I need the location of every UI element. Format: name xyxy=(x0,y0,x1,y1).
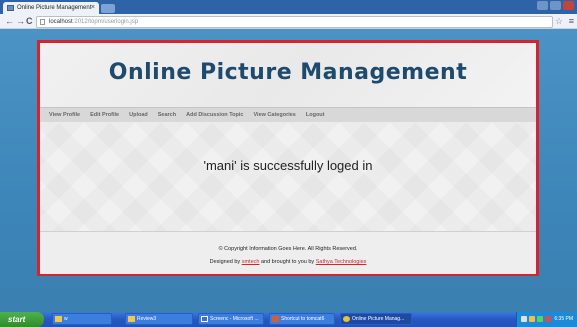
taskbar-item-browser[interactable]: Online Picture Manag... xyxy=(340,313,412,325)
site-footer: © Copyright Information Goes Here. All R… xyxy=(40,231,536,274)
site-title: Online Picture Management xyxy=(108,60,468,85)
tab-title: Online Picture Management xyxy=(17,5,92,11)
chrome-icon xyxy=(343,316,350,322)
taskbar-item-folder-w[interactable]: w xyxy=(52,313,112,325)
site-header: Online Picture Management xyxy=(40,43,536,107)
tab-strip: Online Picture Management × xyxy=(0,0,577,14)
system-tray: 6:35 PM xyxy=(516,312,577,327)
menu-logout[interactable]: Logout xyxy=(306,112,325,118)
menu-view-categories[interactable]: View Categories xyxy=(253,112,295,118)
browser-tab[interactable]: Online Picture Management × xyxy=(3,2,99,14)
taskbar-item-label: Screenc - Microsoft ... xyxy=(210,316,259,322)
back-button-icon[interactable]: ← xyxy=(5,15,14,27)
page-icon xyxy=(40,19,45,25)
taskbar-item-label: Review3 xyxy=(137,316,157,322)
clock[interactable]: 6:35 PM xyxy=(554,312,573,327)
reload-button-icon[interactable]: C xyxy=(26,15,33,27)
close-tab-icon[interactable]: × xyxy=(91,2,95,14)
start-button[interactable]: start xyxy=(0,312,44,327)
url-text: localhost:2012/topm/userlogin.jsp xyxy=(49,17,138,27)
network-icon[interactable] xyxy=(521,316,527,322)
browser-toolbar: ← → C localhost:2012/topm/userlogin.jsp … xyxy=(0,14,577,29)
menu-wrench-icon[interactable]: ≡ xyxy=(569,15,574,27)
tray-icons xyxy=(521,316,551,322)
designer-link[interactable]: smtech xyxy=(242,259,260,265)
word-icon xyxy=(201,316,208,322)
bookmark-star-icon[interactable]: ☆ xyxy=(555,15,563,27)
menu-search[interactable]: Search xyxy=(158,112,176,118)
company-link[interactable]: Sathya Technologies xyxy=(316,259,367,265)
taskbar-item-word[interactable]: Screenc - Microsoft ... xyxy=(198,313,264,325)
menu-add-discussion-topic[interactable]: Add Discussion Topic xyxy=(186,112,243,118)
favicon-icon xyxy=(7,5,14,11)
new-tab-button[interactable] xyxy=(101,4,115,13)
url-path: :2012/topm/userlogin.jsp xyxy=(72,19,139,25)
login-success-message: 'mani' is successfully loged in xyxy=(203,158,373,173)
menu-edit-profile[interactable]: Edit Profile xyxy=(90,112,119,118)
window-controls xyxy=(537,1,574,10)
url-host: localhost xyxy=(49,19,73,25)
security-icon[interactable] xyxy=(537,316,543,322)
folder-icon xyxy=(55,316,62,322)
credits-middle: and brought to you by xyxy=(259,259,316,265)
minimize-button[interactable] xyxy=(537,1,548,10)
content-area: 'mani' is successfully loged in xyxy=(40,122,536,231)
menu-upload[interactable]: Upload xyxy=(129,112,148,118)
menu-view-profile[interactable]: View Profile xyxy=(49,112,80,118)
alert-icon[interactable] xyxy=(545,316,551,322)
taskbar-item-review3[interactable]: Review3 xyxy=(125,313,193,325)
site-frame: Online Picture Management View Profile E… xyxy=(37,40,539,276)
windows-taskbar: start w Review3 Screenc - Microsoft ... … xyxy=(0,312,577,327)
taskbar-item-label: w xyxy=(64,316,68,322)
volume-icon[interactable] xyxy=(529,316,535,322)
main-menu: View Profile Edit Profile Upload Search … xyxy=(40,107,536,123)
credits-prefix: Designed by xyxy=(209,259,242,265)
credits-text: Designed by smtech and brought to you by… xyxy=(40,259,536,265)
tomcat-icon xyxy=(272,316,279,322)
forward-button-icon[interactable]: → xyxy=(16,15,25,27)
page-viewport: Online Picture Management View Profile E… xyxy=(0,29,577,312)
maximize-button[interactable] xyxy=(550,1,561,10)
taskbar-item-label: Online Picture Manag... xyxy=(352,316,405,322)
copyright-text: © Copyright Information Goes Here. All R… xyxy=(218,246,358,252)
taskbar-item-tomcat[interactable]: Shortcut to tomcat6 xyxy=(269,313,335,325)
address-bar[interactable]: localhost:2012/topm/userlogin.jsp xyxy=(36,16,553,28)
taskbar-item-label: Shortcut to tomcat6 xyxy=(281,316,325,322)
folder-icon xyxy=(128,316,135,322)
close-window-button[interactable] xyxy=(563,1,574,10)
